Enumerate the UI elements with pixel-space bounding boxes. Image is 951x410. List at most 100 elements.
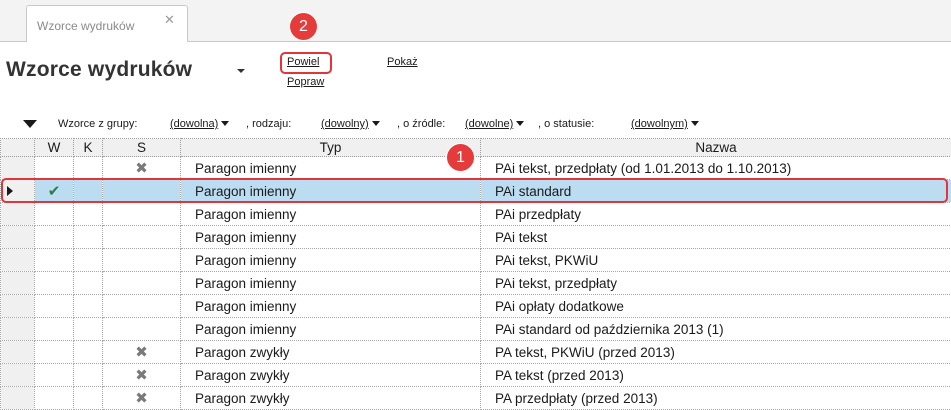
cell-w[interactable] <box>35 157 74 180</box>
table-row[interactable]: ✖Paragon imiennyPAi tekst, przedpłaty (o… <box>1 157 951 180</box>
row-selector[interactable] <box>1 203 35 226</box>
chevron-down-icon[interactable] <box>691 121 699 126</box>
status-filter-value[interactable]: (dowolnym) <box>631 118 688 130</box>
row-selector[interactable] <box>1 318 35 341</box>
row-selector[interactable] <box>1 180 35 203</box>
cell-s[interactable]: ✖ <box>103 341 181 364</box>
chevron-down-icon[interactable] <box>372 121 380 126</box>
cell-w[interactable] <box>35 341 74 364</box>
table-row[interactable]: ✖Paragon zwykłyPA przedpłaty (przed 2013… <box>1 387 951 410</box>
tab-print-templates[interactable]: Wzorce wydruków ✕ <box>26 5 188 42</box>
row-selector[interactable] <box>1 226 35 249</box>
cell-typ[interactable]: Paragon zwykły <box>181 341 481 364</box>
cell-nazwa[interactable]: PAi standard od października 2013 (1) <box>481 318 951 341</box>
page-title[interactable]: Wzorce wydruków <box>6 58 192 82</box>
row-selector[interactable] <box>1 295 35 318</box>
cell-typ[interactable]: Paragon zwykły <box>181 387 481 410</box>
column-header-k[interactable]: K <box>74 139 103 157</box>
row-selector[interactable] <box>1 249 35 272</box>
cell-s[interactable] <box>103 295 181 318</box>
cell-w[interactable] <box>35 364 74 387</box>
cell-nazwa[interactable]: PA przedpłaty (przed 2013) <box>481 387 951 410</box>
duplicate-link[interactable]: Powiel <box>287 56 319 68</box>
cell-k[interactable] <box>74 341 103 364</box>
source-filter-dropdown[interactable]: (dowolne) <box>465 118 524 130</box>
cell-k[interactable] <box>74 272 103 295</box>
cell-w[interactable] <box>35 318 74 341</box>
cell-w[interactable] <box>35 226 74 249</box>
table-row[interactable]: ✔ Paragon imiennyPAi standard <box>1 180 951 203</box>
cell-k[interactable] <box>74 364 103 387</box>
type-filter-value[interactable]: (dowolny) <box>321 118 369 130</box>
row-selector[interactable] <box>1 387 35 410</box>
cell-nazwa[interactable]: PA tekst (przed 2013) <box>481 364 951 387</box>
cell-typ[interactable]: Paragon zwykły <box>181 364 481 387</box>
cell-nazwa[interactable]: PAi tekst <box>481 226 951 249</box>
cell-typ[interactable]: Paragon imienny <box>181 318 481 341</box>
table-row[interactable]: Paragon imiennyPAi tekst <box>1 226 951 249</box>
cell-k[interactable] <box>74 295 103 318</box>
table-row[interactable]: ✖Paragon zwykłyPA tekst, PKWiU (przed 20… <box>1 341 951 364</box>
group-filter-dropdown[interactable]: (dowolna) <box>170 118 229 130</box>
table-row[interactable]: Paragon imiennyPAi tekst, PKWiU <box>1 249 951 272</box>
cell-k[interactable] <box>74 387 103 410</box>
cell-typ[interactable]: Paragon imienny <box>181 203 481 226</box>
cell-typ[interactable]: Paragon imienny <box>181 180 481 203</box>
column-header-typ[interactable]: Typ <box>181 139 481 157</box>
cell-k[interactable] <box>74 226 103 249</box>
table-row[interactable]: Paragon imiennyPAi standard od październ… <box>1 318 951 341</box>
row-selector[interactable] <box>1 157 35 180</box>
cell-s[interactable] <box>103 180 181 203</box>
cell-nazwa[interactable]: PA tekst, PKWiU (przed 2013) <box>481 341 951 364</box>
column-header-nazwa[interactable]: Nazwa <box>481 139 951 157</box>
source-filter-value[interactable]: (dowolne) <box>465 118 513 130</box>
cell-w[interactable] <box>35 295 74 318</box>
chevron-down-icon[interactable] <box>516 121 524 126</box>
cell-nazwa[interactable]: PAi tekst, przedpłaty (od 1.01.2013 do 1… <box>481 157 951 180</box>
close-icon[interactable]: ✕ <box>164 12 175 28</box>
table-row[interactable]: Paragon imiennyPAi przedpłaty <box>1 203 951 226</box>
chevron-down-icon[interactable] <box>237 69 245 73</box>
cell-w[interactable]: ✔ <box>35 180 74 203</box>
cell-s[interactable]: ✖ <box>103 157 181 180</box>
cell-typ[interactable]: Paragon imienny <box>181 226 481 249</box>
cell-s[interactable] <box>103 272 181 295</box>
cell-w[interactable] <box>35 203 74 226</box>
table-row[interactable]: ✖Paragon zwykłyPA tekst (przed 2013) <box>1 364 951 387</box>
cell-k[interactable] <box>74 203 103 226</box>
table-row[interactable]: Paragon imiennyPAi opłaty dodatkowe <box>1 295 951 318</box>
type-filter-dropdown[interactable]: (dowolny) <box>321 118 380 130</box>
cell-k[interactable] <box>74 318 103 341</box>
cell-typ[interactable]: Paragon imienny <box>181 295 481 318</box>
column-header-s[interactable]: S <box>103 139 181 157</box>
cell-nazwa[interactable]: PAi opłaty dodatkowe <box>481 295 951 318</box>
chevron-down-icon[interactable] <box>221 121 229 126</box>
cell-nazwa[interactable]: PAi standard <box>481 180 951 203</box>
edit-link[interactable]: Popraw <box>287 76 324 88</box>
cell-s[interactable] <box>103 318 181 341</box>
cell-s[interactable] <box>103 249 181 272</box>
cell-nazwa[interactable]: PAi tekst, przedpłaty <box>481 272 951 295</box>
show-link[interactable]: Pokaż <box>387 56 418 68</box>
table-row[interactable]: Paragon imiennyPAi tekst, przedpłaty <box>1 272 951 295</box>
cell-s[interactable]: ✖ <box>103 364 181 387</box>
cell-nazwa[interactable]: PAi tekst, PKWiU <box>481 249 951 272</box>
row-selector[interactable] <box>1 272 35 295</box>
cell-s[interactable]: ✖ <box>103 387 181 410</box>
cell-typ[interactable]: Paragon imienny <box>181 272 481 295</box>
cell-k[interactable] <box>74 249 103 272</box>
group-filter-value[interactable]: (dowolna) <box>170 118 218 130</box>
column-header-w[interactable]: W <box>35 139 74 157</box>
cell-w[interactable] <box>35 249 74 272</box>
cell-typ[interactable]: Paragon imienny <box>181 157 481 180</box>
cell-k[interactable] <box>74 180 103 203</box>
expand-triangle-icon[interactable] <box>23 120 37 128</box>
cell-k[interactable] <box>74 157 103 180</box>
status-filter-dropdown[interactable]: (dowolnym) <box>631 118 699 130</box>
cell-typ[interactable]: Paragon imienny <box>181 249 481 272</box>
row-selector[interactable] <box>1 341 35 364</box>
row-selector[interactable] <box>1 364 35 387</box>
cell-w[interactable] <box>35 272 74 295</box>
cell-w[interactable] <box>35 387 74 410</box>
cell-nazwa[interactable]: PAi przedpłaty <box>481 203 951 226</box>
